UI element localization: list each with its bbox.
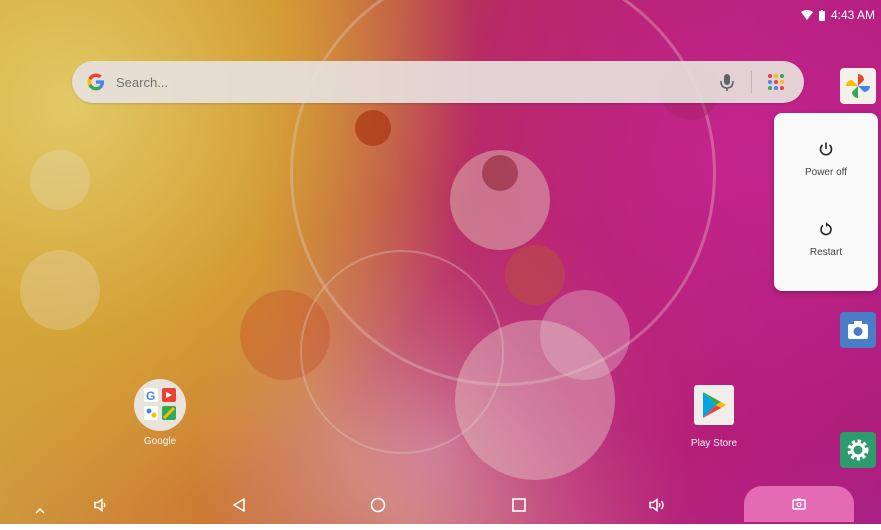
google-folder-icon: G [134, 379, 186, 431]
status-bar: 4:43 AM [800, 8, 875, 22]
volume-up-icon[interactable] [642, 486, 672, 524]
power-off-label: Power off [804, 167, 848, 178]
search-divider [751, 71, 752, 93]
google-logo-icon [86, 72, 106, 92]
app-drawer-icon[interactable] [766, 72, 786, 92]
google-folder[interactable]: G Google [128, 378, 192, 447]
recents-icon[interactable] [504, 486, 534, 524]
play-store-app[interactable]: Play Store [682, 385, 746, 449]
search-input[interactable]: Search... [116, 75, 717, 90]
power-off-button[interactable]: Power off [774, 141, 878, 178]
status-time: 4:43 AM [830, 8, 875, 22]
restart-icon [820, 222, 832, 236]
play-store-label: Play Store [690, 438, 738, 449]
svg-text:G: G [146, 389, 155, 403]
expand-icon[interactable] [30, 492, 50, 530]
volume-down-icon[interactable] [85, 486, 115, 524]
restart-label: Restart [809, 247, 843, 258]
screenshot-icon [792, 498, 806, 510]
power-icon [819, 142, 833, 156]
settings-icon[interactable] [840, 432, 876, 468]
navigation-bar [0, 486, 881, 524]
restart-button[interactable]: Restart [774, 221, 878, 258]
screenshot-button[interactable] [744, 486, 854, 522]
photos-icon[interactable] [840, 68, 876, 104]
google-folder-label: Google [143, 436, 177, 447]
home-icon[interactable] [363, 486, 393, 524]
wifi-icon [800, 10, 813, 20]
camera-icon[interactable] [840, 312, 876, 348]
power-menu: Power off Restart [774, 113, 878, 291]
battery-icon [818, 9, 825, 21]
play-store-icon [694, 385, 734, 425]
mic-icon[interactable] [717, 72, 737, 92]
back-icon[interactable] [224, 486, 254, 524]
search-bar[interactable]: Search... [72, 61, 804, 103]
